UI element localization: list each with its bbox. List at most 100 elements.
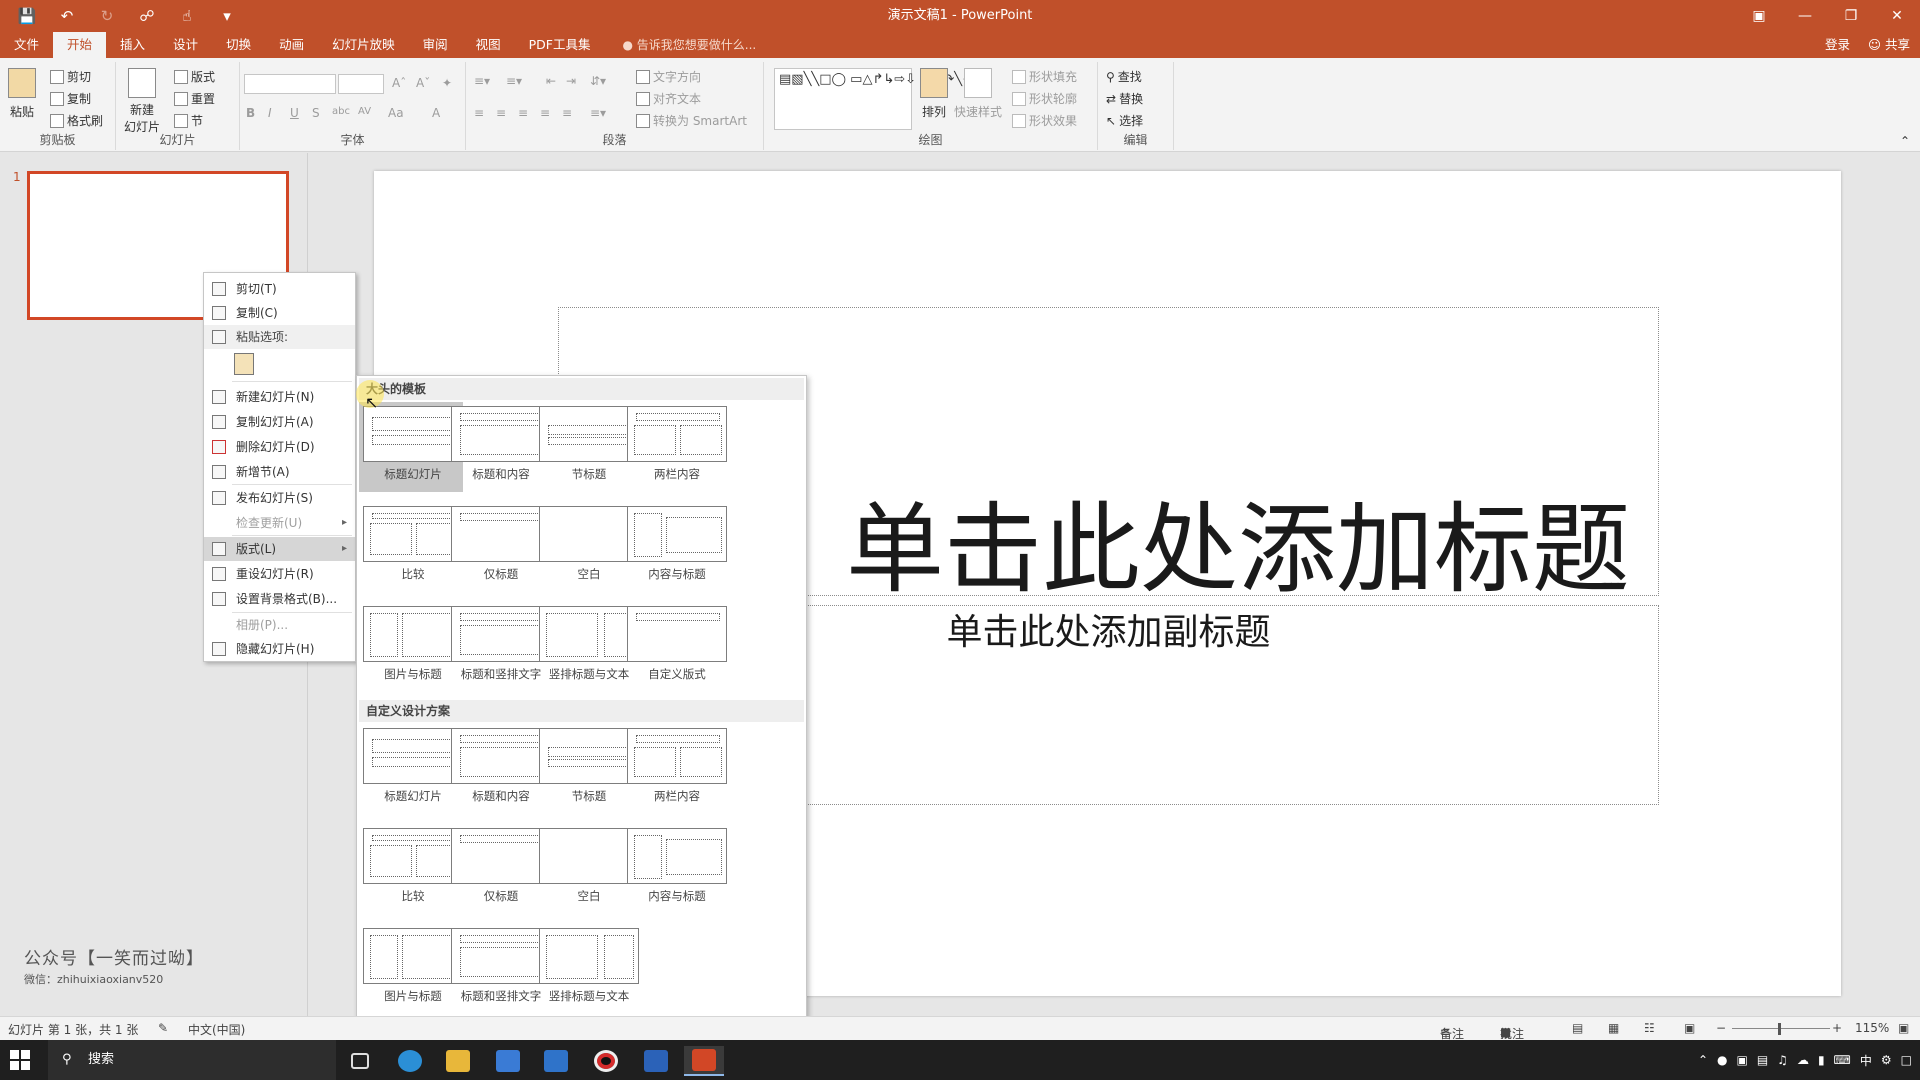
paste-keep-formatting-icon[interactable] <box>234 353 254 375</box>
slideshow-icon[interactable]: ▣ <box>1684 1021 1695 1035</box>
columns-icon[interactable]: ≡▾ <box>590 106 606 120</box>
tab-design[interactable]: 设计 <box>159 32 212 58</box>
redo-icon[interactable]: ↻ <box>90 2 124 30</box>
edge-browser-icon[interactable] <box>390 1046 430 1076</box>
menu-duplicate-slide[interactable]: 复制幻灯片(A) <box>204 410 355 434</box>
zoom-slider-thumb[interactable] <box>1778 1023 1781 1035</box>
layout-option[interactable]: 两栏内容 <box>623 402 727 492</box>
settings-icon[interactable]: ⚙ <box>1881 1053 1892 1067</box>
tab-insert[interactable]: 插入 <box>106 32 159 58</box>
taskbar-search[interactable]: ⚲ 搜索 <box>48 1040 336 1080</box>
bold-button[interactable]: B <box>246 106 255 120</box>
powerpoint-icon[interactable] <box>684 1046 724 1076</box>
quick-styles-button[interactable]: 快速样式 <box>954 68 1002 120</box>
slide-sorter-icon[interactable]: ▦ <box>1608 1021 1619 1035</box>
layout-option[interactable]: 自定义版式 <box>623 602 727 692</box>
tab-view[interactable]: 视图 <box>462 32 515 58</box>
network-icon[interactable]: ▤ <box>1757 1053 1768 1067</box>
menu-copy[interactable]: 复制(C) <box>204 301 355 325</box>
menu-new-slide[interactable]: 新建幻灯片(N) <box>204 385 355 409</box>
increase-font-icon[interactable]: Aˆ <box>392 76 406 90</box>
ime-indicator[interactable]: 中 <box>1860 1052 1872 1069</box>
cloud-icon[interactable]: ☁ <box>1797 1053 1809 1067</box>
section-button[interactable]: 节 <box>174 112 203 129</box>
numbering-icon[interactable]: ≡▾ <box>506 74 522 88</box>
layout-option[interactable]: 内容与标题 <box>623 824 727 914</box>
new-slide-button[interactable]: 新建 幻灯片 <box>124 68 160 134</box>
menu-layout[interactable]: 版式(L) ▸ <box>204 537 355 561</box>
font-color-button[interactable]: A <box>432 106 440 120</box>
smartart-button[interactable]: 转换为 SmartArt <box>636 112 747 129</box>
decrease-font-icon[interactable]: Aˇ <box>416 76 430 90</box>
reading-view-icon[interactable]: ☷ <box>1644 1021 1655 1035</box>
tell-me-search[interactable]: ● 告诉我您想要做什么... <box>605 32 757 58</box>
customize-qat-icon[interactable]: ▾ <box>210 2 244 30</box>
keyboard-icon[interactable]: ⌨ <box>1834 1053 1851 1067</box>
ribbon-display-options-icon[interactable]: ▣ <box>1736 0 1782 32</box>
camera-icon[interactable]: ▣ <box>1736 1053 1747 1067</box>
shape-effects-button[interactable]: 形状效果 <box>1012 112 1077 129</box>
align-right-icon[interactable]: ≡ <box>518 106 528 120</box>
font-name-input[interactable] <box>244 74 336 94</box>
mail-icon[interactable] <box>536 1046 576 1076</box>
zoom-out-icon[interactable]: − <box>1716 1021 1726 1035</box>
tab-review[interactable]: 审阅 <box>409 32 462 58</box>
fit-slide-icon[interactable]: ▣ <box>1898 1021 1909 1035</box>
strikethrough-button[interactable]: abc <box>332 106 350 117</box>
clear-format-icon[interactable]: ✦ <box>442 76 452 90</box>
layout-button[interactable]: 版式 <box>174 68 215 85</box>
tab-slideshow[interactable]: 幻灯片放映 <box>318 32 409 58</box>
shapes-gallery[interactable]: ▤▧╲╲□◯ ▭△↱↳⇨⇩ ▭↶↷╲{ } <box>774 68 983 130</box>
increase-indent-icon[interactable]: ⇥ <box>566 74 576 88</box>
touch-mode-icon[interactable]: ☝ <box>170 2 204 30</box>
decrease-indent-icon[interactable]: ⇤ <box>546 74 556 88</box>
zoom-level[interactable]: 115% <box>1855 1021 1889 1035</box>
menu-reset-slide[interactable]: 重设幻灯片(R) <box>204 562 355 586</box>
menu-format-background[interactable]: 设置背景格式(B)... <box>204 587 355 611</box>
microphone-icon[interactable]: ● <box>1717 1053 1727 1067</box>
volume-icon[interactable]: ♫ <box>1777 1053 1788 1067</box>
menu-photo-album[interactable]: 相册(P)... <box>204 613 355 637</box>
justify-icon[interactable]: ≡ <box>540 106 550 120</box>
share-button[interactable]: ☺ 共享 <box>1868 32 1910 58</box>
store-icon[interactable] <box>488 1046 528 1076</box>
underline-button[interactable]: U <box>290 106 299 120</box>
language-status[interactable]: 中文(中国) <box>188 1021 245 1038</box>
select-button[interactable]: ↖ 选择 <box>1106 112 1143 129</box>
menu-hide-slide[interactable]: 隐藏幻灯片(H) <box>204 637 355 661</box>
shadow-button[interactable]: S <box>312 106 320 120</box>
shape-outline-button[interactable]: 形状轮廓 <box>1012 90 1077 107</box>
menu-delete-slide[interactable]: 删除幻灯片(D) <box>204 435 355 459</box>
windows-start-icon[interactable] <box>10 1050 30 1070</box>
menu-check-updates[interactable]: 检查更新(U) ▸ <box>204 511 355 535</box>
find-button[interactable]: ⚲ 查找 <box>1106 68 1142 85</box>
battery-icon[interactable]: ▮ <box>1818 1053 1825 1067</box>
layout-option[interactable]: 竖排标题与文本 <box>535 924 639 1014</box>
menu-cut[interactable]: 剪切(T) <box>204 277 355 301</box>
menu-publish-slides[interactable]: 发布幻灯片(S) <box>204 486 355 510</box>
layout-option[interactable]: 两栏内容 <box>623 724 727 814</box>
arrange-button[interactable]: 排列 <box>920 68 948 120</box>
replace-button[interactable]: ⇄ 替换 <box>1106 90 1143 107</box>
close-icon[interactable]: ✕ <box>1874 0 1920 32</box>
align-left-icon[interactable]: ≡ <box>474 106 484 120</box>
zoom-slider[interactable] <box>1732 1028 1830 1029</box>
task-view-icon[interactable] <box>340 1046 380 1076</box>
line-spacing-icon[interactable]: ⇵▾ <box>590 74 606 88</box>
align-center-icon[interactable]: ≡ <box>496 106 506 120</box>
file-explorer-icon[interactable] <box>438 1046 478 1076</box>
signin-link[interactable]: 登录 <box>1825 32 1850 58</box>
shape-fill-button[interactable]: 形状填充 <box>1012 68 1077 85</box>
spelling-icon[interactable]: ✎ <box>158 1021 168 1035</box>
recorder-icon[interactable] <box>586 1046 626 1076</box>
tab-animations[interactable]: 动画 <box>265 32 318 58</box>
save-icon[interactable]: 💾 <box>10 2 44 30</box>
tray-chevron-icon[interactable]: ⌃ <box>1698 1053 1708 1067</box>
tab-transitions[interactable]: 切换 <box>212 32 265 58</box>
present-from-start-icon[interactable]: ☍ <box>130 2 164 30</box>
align-text-button[interactable]: 对齐文本 <box>636 90 701 107</box>
text-direction-button[interactable]: 文字方向 <box>636 68 701 85</box>
cut-button[interactable]: 剪切 <box>50 68 91 85</box>
menu-add-section[interactable]: 新增节(A) <box>204 460 355 484</box>
copy-button[interactable]: 复制 <box>50 90 91 107</box>
